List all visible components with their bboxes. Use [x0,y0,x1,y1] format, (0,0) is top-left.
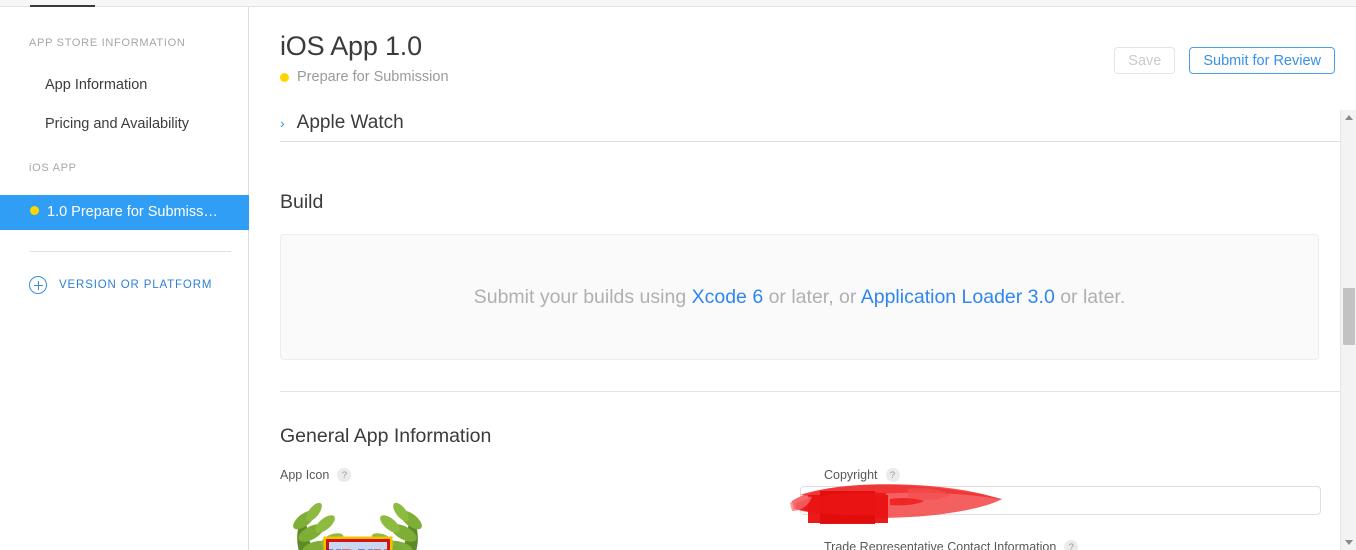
header-actions: Save Submit for Review [1114,47,1335,74]
sidebar-item-pricing-and-availability[interactable]: Pricing and Availability [0,109,249,140]
sidebar: APP STORE INFORMATION App Information Pr… [0,7,249,550]
scroll-down-arrow-icon[interactable] [1341,535,1356,550]
general-app-information-title: General App Information [280,425,492,447]
apple-watch-label: Apple Watch [296,111,404,133]
sidebar-item-version-1-0[interactable]: 1.0 Prepare for Submiss… [0,195,249,230]
help-icon[interactable]: ? [1064,540,1079,550]
build-message-middle: or later, or [763,285,861,308]
save-button[interactable]: Save [1114,47,1176,74]
chevron-right-icon: › [280,114,285,131]
section-divider [280,391,1352,392]
copyright-input[interactable] [800,486,1321,515]
scroll-content: › Apple Watch Build Submit your builds u… [250,110,1356,550]
sidebar-item-version-label: 1.0 Prepare for Submiss… [47,204,218,220]
top-strip [0,0,1356,8]
sidebar-group-ios-app: iOS APP [29,162,77,174]
sidebar-item-app-information[interactable]: App Information [0,70,249,101]
status-dot-icon [30,206,39,215]
copyright-field-label: Copyright ? [824,468,900,482]
submit-for-review-button[interactable]: Submit for Review [1189,47,1335,74]
copyright-label-text: Copyright [824,468,878,482]
trade-representative-label-text: Trade Representative Contact Information [824,540,1057,550]
scroll-up-arrow-icon[interactable] [1341,110,1356,125]
build-message-prefix: Submit your builds using [473,285,692,308]
app-root: APP STORE INFORMATION App Information Pr… [0,0,1356,550]
page-title: iOS App 1.0 [280,31,422,61]
main-panel: iOS App 1.0 Prepare for Submission Save … [250,7,1356,550]
status-dot-icon [280,72,289,82]
app-icon-field-label: App Icon ? [280,468,352,482]
page-status-label: Prepare for Submission [297,69,449,85]
xcode-6-link[interactable]: Xcode 6 [692,286,764,308]
help-icon[interactable]: ? [337,468,352,482]
build-message: Submit your builds using Xcode 6 or late… [474,286,1126,309]
scrollbar-thumb[interactable] [1343,288,1355,345]
sidebar-divider [29,251,231,252]
app-icon-image[interactable]: URUK [280,488,435,550]
add-version-label: VERSION OR PLATFORM [59,279,213,291]
plus-circle-icon [29,276,47,294]
add-version-or-platform-button[interactable]: VERSION OR PLATFORM [29,275,212,295]
vertical-scrollbar[interactable] [1340,110,1356,550]
build-empty-state-box: Submit your builds using Xcode 6 or late… [280,234,1319,360]
trade-representative-field-label: Trade Representative Contact Information… [824,540,1079,550]
page-status: Prepare for Submission [280,69,449,85]
app-icon-label-text: App Icon [280,468,330,482]
apple-watch-row[interactable]: › Apple Watch [280,110,1352,142]
build-section-title: Build [280,191,324,213]
svg-text:URUK: URUK [326,544,391,550]
application-loader-link[interactable]: Application Loader 3.0 [861,286,1055,308]
build-message-suffix: or later. [1054,285,1126,308]
sidebar-group-app-store-information: APP STORE INFORMATION [29,37,186,49]
help-icon[interactable]: ? [885,468,900,482]
